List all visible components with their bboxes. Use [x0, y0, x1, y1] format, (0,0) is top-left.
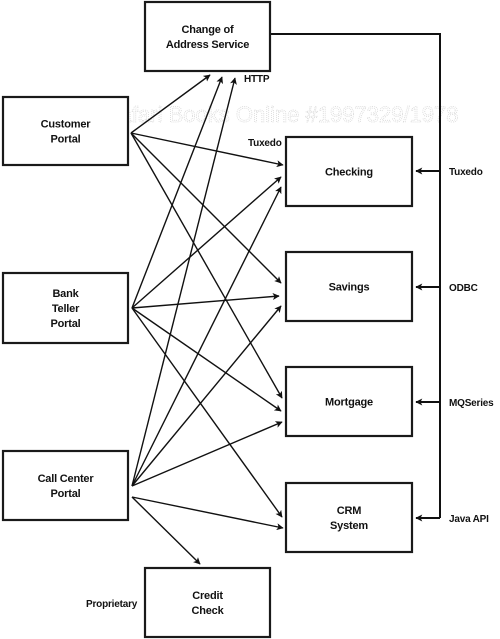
tuxedo-label-left: Tuxedo [248, 138, 282, 149]
node-savings: Savings [284, 250, 414, 323]
node-checking: Checking [284, 135, 414, 208]
node-change-of-address: Change of Address Service [143, 0, 272, 73]
bus-label-checking: Tuxedo [449, 167, 483, 178]
node-label-line: Portal [51, 318, 81, 330]
node-label-line: Customer [41, 119, 92, 131]
node-label-line: Portal [51, 488, 81, 500]
node-label-line: System [330, 520, 368, 532]
watermark: Safari Books Online #1997329/1978 [105, 102, 458, 127]
node-label-line: Checking [325, 167, 373, 179]
bus-label-crm-system: Java API [449, 514, 489, 525]
node-label-line: Portal [51, 134, 81, 146]
node-label-line: Call Center [38, 473, 95, 485]
node-label-line: Credit [192, 590, 223, 602]
node-box [1, 449, 130, 522]
edge-call-center-portal-to-crm-system [131, 496, 284, 531]
node-box [1, 95, 130, 167]
node-label-line: CRM [337, 505, 361, 517]
node-label-line: Mortgage [325, 397, 373, 409]
node-label-line: Teller [52, 303, 80, 315]
node-crm-system: CRM System [284, 481, 414, 554]
node-box [143, 0, 272, 73]
node-label-line: Savings [329, 282, 370, 294]
edge-bank-teller-portal-to-checking [131, 176, 282, 309]
edge-customer-portal-to-savings [130, 132, 282, 284]
node-box [143, 566, 272, 639]
http-label: HTTP [244, 74, 270, 85]
node-label-line: Check [191, 605, 224, 617]
bus-label-savings: ODBC [449, 283, 478, 294]
node-customer-portal: Customer Portal [1, 95, 130, 167]
edge-bank-teller-portal-to-crm-system [131, 307, 283, 518]
node-label-line: Address Service [166, 39, 249, 51]
integration-diagram: Safari Books Online #1997329/1978 Tuxedo… [1, 0, 494, 639]
node-label-line: Change of [182, 24, 235, 36]
edge-bank-teller-portal-to-savings [131, 293, 280, 309]
proprietary-label: Proprietary [86, 599, 138, 610]
node-mortgage: Mortgage [284, 365, 414, 438]
bus-label-mortgage: MQSeries [449, 398, 494, 409]
node-label-line: Bank [52, 288, 79, 300]
node-box [284, 481, 414, 554]
node-call-center-portal: Call Center Portal [1, 449, 130, 522]
edge-call-center-portal-to-mortgage [131, 421, 283, 487]
node-credit-check: Credit Check [143, 566, 272, 639]
nodes-layer: Change ofAddress ServiceCustomerPortalBa… [1, 0, 414, 639]
node-bank-teller-portal: Bank Teller Portal [1, 271, 130, 345]
edge-customer-portal-to-mortgage [130, 132, 283, 399]
edge-call-center-portal-to-credit-check [131, 496, 201, 565]
edge-call-center-portal-to-checking [131, 186, 282, 487]
